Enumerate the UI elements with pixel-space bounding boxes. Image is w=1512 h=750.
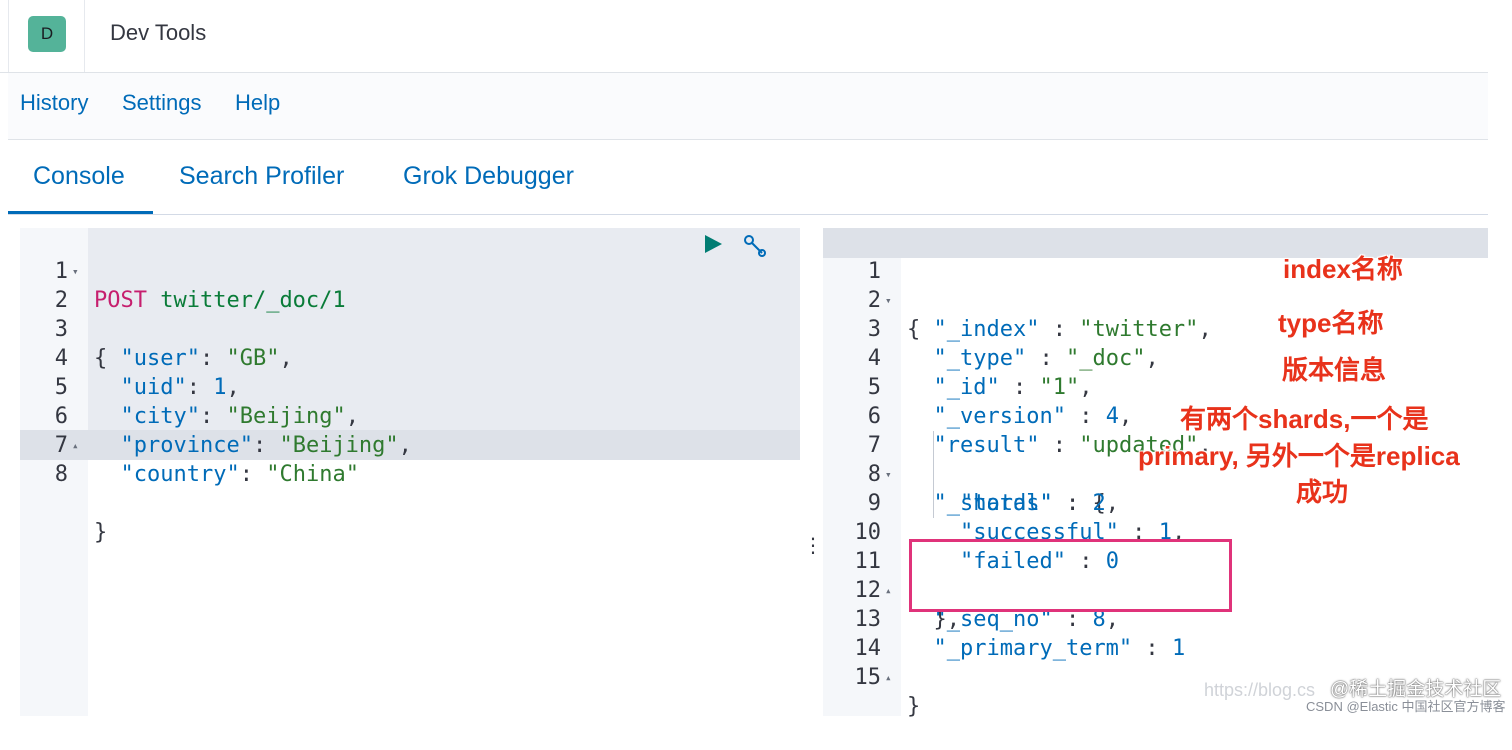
code-text: "total" : 2,	[959, 491, 1119, 516]
annotation-shards-line2: primary, 另外一个是replica	[1138, 441, 1460, 471]
fold-up-icon[interactable]: ▴	[885, 663, 892, 692]
annotation-success: 成功	[1296, 477, 1349, 507]
code-text: "_type" : "_doc",	[933, 346, 1159, 371]
response-line: 5 "_version" : 4,	[823, 344, 1132, 429]
response-line: 8 "total" : 2,	[823, 431, 1119, 516]
fold-down-icon[interactable]: ▾	[72, 257, 79, 286]
response-line: 7 ▾ "_shards" : {	[823, 402, 1106, 516]
fold-down-icon[interactable]: ▾	[885, 460, 892, 489]
line-number: 15	[854, 665, 882, 690]
response-line: 1 ▾ {	[823, 228, 921, 342]
history-link[interactable]: History	[20, 90, 88, 116]
code-text: "_primary_term" : 1	[933, 636, 1186, 661]
page-title: Dev Tools	[110, 20, 207, 45]
response-line: 6 "result" : "updated",	[823, 373, 1212, 458]
fold-up-icon[interactable]: ▴	[885, 576, 892, 605]
highlight-box	[909, 539, 1232, 612]
request-line: 4 "uid": 1,	[20, 315, 240, 400]
request-line: 7 "country": "China"	[20, 402, 359, 487]
divider	[8, 0, 9, 72]
code-text: "city": "Beijing",	[120, 404, 359, 429]
response-line: 14 ▴ }	[823, 605, 921, 719]
tab-bar: Console Search Profiler Grok Debugger	[8, 140, 1488, 215]
response-line: 13 "_primary_term" : 1	[823, 576, 1186, 661]
request-line: 5 "city": "Beijing",	[20, 344, 359, 429]
response-line: 12 "_seq_no" : 8,	[823, 547, 1119, 632]
fold-up-icon[interactable]: ▴	[72, 431, 79, 460]
fold-down-icon[interactable]: ▾	[885, 286, 892, 315]
response-line: 2 "_index" : "twitter",	[823, 257, 1212, 342]
annotation-type-name: type名称	[1278, 308, 1384, 338]
request-line: 8 ▴ }	[20, 431, 108, 545]
panel-resizer[interactable]: ⋮	[803, 535, 823, 574]
space-avatar[interactable]: D	[28, 16, 66, 52]
tab-grok-debugger[interactable]: Grok Debugger	[403, 162, 574, 191]
code-text: "province": "Beijing",	[120, 433, 412, 458]
code-text: "country": "China"	[120, 462, 359, 487]
line-number: 8	[54, 462, 68, 487]
tab-search-profiler[interactable]: Search Profiler	[179, 162, 344, 191]
response-line: 9 "successful" : 1,	[823, 460, 1185, 545]
code-text: "user": "GB",	[120, 346, 293, 371]
tab-console[interactable]: Console	[33, 162, 125, 191]
indent-guide	[933, 431, 934, 518]
watermark-csdn: CSDN @Elastic 中国社区官方博客	[1306, 699, 1506, 714]
code-text: "_index" : "twitter",	[933, 317, 1212, 342]
app-header: D Dev Tools	[0, 0, 1488, 73]
response-line: 15	[823, 634, 882, 690]
request-line: 2 ▾ {	[20, 257, 108, 371]
annotation-version-info: 版本信息	[1282, 355, 1387, 385]
request-line: 3 "user": "GB",	[20, 286, 293, 371]
request-editor[interactable]: 1 POST twitter/_doc/1 2 ▾ { 3 "user": "G…	[20, 228, 800, 716]
code-text: }	[94, 520, 108, 545]
code-text: "_id" : "1",	[933, 375, 1093, 400]
watermark-url: https://blog.cs	[1204, 680, 1316, 700]
annotation-index-name: index名称	[1283, 254, 1403, 284]
code-text: }	[907, 694, 921, 719]
response-line: 4 "_id" : "1",	[823, 315, 1093, 400]
code-text: POST twitter/_doc/1	[94, 288, 346, 313]
wrench-icon[interactable]	[742, 233, 768, 259]
divider	[84, 0, 85, 72]
active-tab-indicator	[8, 211, 153, 214]
code-text: "uid": 1,	[120, 375, 240, 400]
help-link[interactable]: Help	[235, 90, 280, 116]
code-text: "_version" : 4,	[933, 404, 1133, 429]
response-line: 3 "_type" : "_doc",	[823, 286, 1159, 371]
response-line: 10 "failed" : 0	[823, 489, 1119, 574]
request-line: 6 "province": "Beijing",	[20, 373, 412, 458]
play-icon[interactable]	[702, 233, 724, 255]
request-line: 1 POST twitter/_doc/1	[20, 228, 346, 313]
annotation-shards-line1: 有两个shards,一个是	[1180, 404, 1429, 434]
top-nav: History Settings Help	[8, 73, 1488, 140]
settings-link[interactable]: Settings	[122, 90, 202, 116]
response-line: 11 ▴ },	[823, 518, 960, 632]
